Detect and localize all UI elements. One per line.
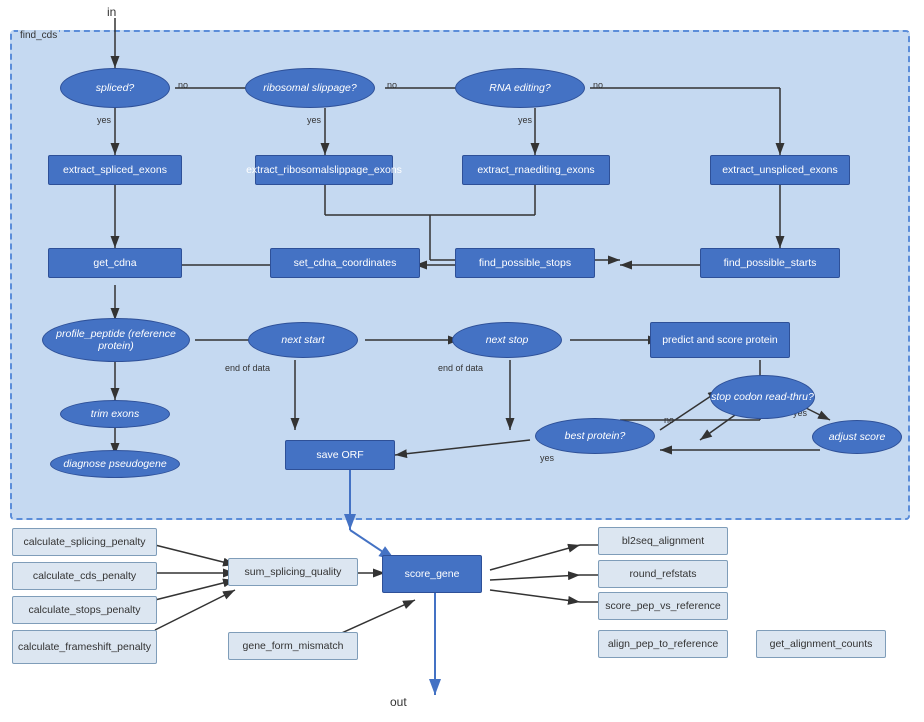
score-pep-vs-reference-node: score_pep_vs_reference	[598, 592, 728, 620]
get-cdna-node: get_cdna	[48, 248, 182, 278]
calculate-cds-penalty-node: calculate_cds_penalty	[12, 562, 157, 590]
sum-splicing-quality-node: sum_splicing_quality	[228, 558, 358, 586]
spliced-node: spliced?	[60, 68, 170, 108]
find-possible-starts-node: find_possible_starts	[700, 248, 840, 278]
rna-editing-node: RNA editing?	[455, 68, 585, 108]
find-possible-stops-node: find_possible_stops	[455, 248, 595, 278]
adjust-score-node: adjust score	[812, 420, 902, 454]
yes1-label: yes	[97, 115, 111, 125]
no4-label: no	[664, 415, 674, 425]
ribosomal-slippage-node: ribosomal slippage?	[245, 68, 375, 108]
score-gene-node: score_gene	[382, 555, 482, 593]
no1-label: no	[178, 80, 188, 90]
bl2seq-alignment-node: bl2seq_alignment	[598, 527, 728, 555]
no3-label: no	[593, 80, 603, 90]
extract-ribosomal-node: extract_ribosomalslippage_exons	[255, 155, 393, 185]
diagnose-pseudogene-node: diagnose pseudogene	[50, 450, 180, 478]
stop-codon-readthru-node: stop codon read-thru?	[710, 375, 815, 419]
trim-exons-node: trim exons	[60, 400, 170, 428]
calculate-stops-penalty-node: calculate_stops_penalty	[12, 596, 157, 624]
set-cdna-coordinates-node: set_cdna_coordinates	[270, 248, 420, 278]
find-cds-label: find_cds	[18, 30, 59, 41]
extract-spliced-node: extract_spliced_exons	[48, 155, 182, 185]
best-protein-node: best protein?	[535, 418, 655, 454]
end-of-data1-label: end of data	[225, 363, 270, 373]
out-label: out	[390, 695, 407, 709]
extract-unspliced-node: extract_unspliced_exons	[710, 155, 850, 185]
yes2-label: yes	[307, 115, 321, 125]
yes4-label: yes	[540, 453, 554, 463]
gene-form-mismatch-node: gene_form_mismatch	[228, 632, 358, 660]
in-label: in	[107, 5, 116, 19]
get-alignment-counts-node: get_alignment_counts	[756, 630, 886, 658]
save-orf-node: save ORF	[285, 440, 395, 470]
round-refstats-node: round_refstats	[598, 560, 728, 588]
predict-score-node: predict and score protein	[650, 322, 790, 358]
no2-label: no	[387, 80, 397, 90]
extract-rnaediting-node: extract_rnaediting_exons	[462, 155, 610, 185]
diagram-container: in find_cds	[0, 0, 924, 722]
align-pep-to-reference-node: align_pep_to_reference	[598, 630, 728, 658]
calculate-frameshift-penalty-node: calculate_frameshift_penalty	[12, 630, 157, 664]
next-stop-node: next stop	[452, 322, 562, 358]
next-start-node: next start	[248, 322, 358, 358]
yes3-label: yes	[518, 115, 532, 125]
calculate-splicing-penalty-node: calculate_splicing_penalty	[12, 528, 157, 556]
end-of-data2-label: end of data	[438, 363, 483, 373]
profile-peptide-node: profile_peptide (reference protein)	[42, 318, 190, 362]
